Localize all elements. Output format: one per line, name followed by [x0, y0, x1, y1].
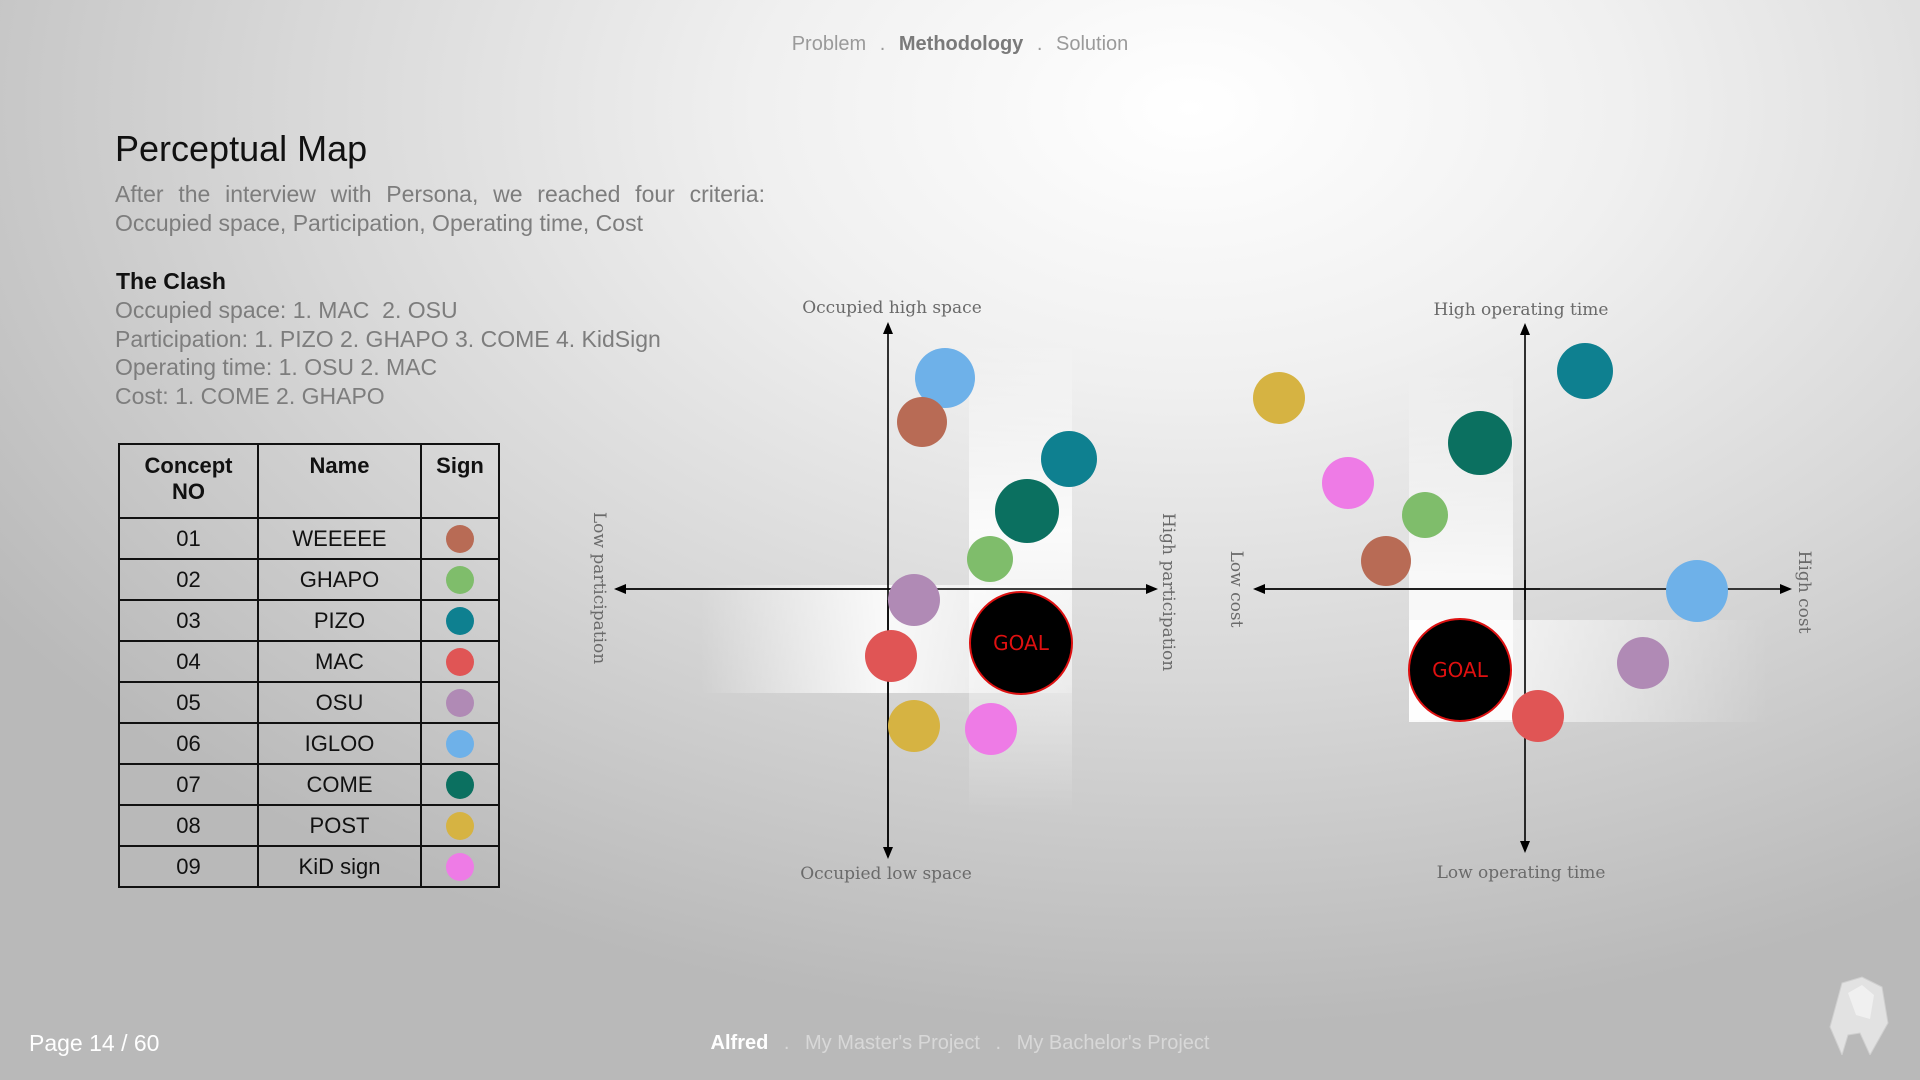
perceptual-maps: Occupied high space Occupied low space L… — [589, 298, 1814, 884]
concept-circle-mac — [865, 630, 917, 682]
footer-separator: . — [995, 1032, 1002, 1054]
concept-circle-osu — [888, 574, 940, 626]
map1-top-label: Occupied high space — [802, 298, 982, 318]
concept-circle-ghapo — [1402, 492, 1448, 538]
footer-navigation: Alfred . My Master's Project . My Bachel… — [0, 1032, 1920, 1055]
footer-link-alfred[interactable]: Alfred — [711, 1032, 769, 1054]
footer-separator: . — [783, 1032, 790, 1054]
map1-left-label: Low participation — [589, 512, 609, 664]
concept-circle-come — [995, 479, 1059, 543]
concept-circle-ghapo — [967, 536, 1013, 582]
concept-circle-post — [1253, 372, 1305, 424]
concept-circle-mac — [1512, 690, 1564, 742]
goal-label: GOAL — [993, 631, 1050, 655]
concept-circle-post — [888, 700, 940, 752]
concept-circle-pizo — [1041, 431, 1097, 487]
map2-bottom-label: Low operating time — [1437, 863, 1606, 883]
concept-circle-igloo — [1666, 560, 1728, 622]
goal-label: GOAL — [1432, 658, 1489, 682]
concept-circle-come — [1448, 411, 1512, 475]
footer-link-bachelors-project[interactable]: My Bachelor's Project — [1017, 1032, 1210, 1054]
concept-circle-weeeee — [1361, 536, 1411, 586]
map2-left-label: Low cost — [1226, 551, 1246, 628]
concept-circle-osu — [1617, 637, 1669, 689]
concept-circle-weeeee — [897, 397, 947, 447]
brand-logo — [1829, 976, 1889, 1055]
concept-circle-pizo — [1557, 343, 1613, 399]
map2-top-label: High operating time — [1434, 300, 1609, 320]
map1-right-label: High participation — [1158, 513, 1178, 671]
map1-bottom-label: Occupied low space — [800, 864, 972, 884]
concept-circle-kid-sign — [1322, 457, 1374, 509]
map2-right-label: High cost — [1794, 551, 1814, 634]
concept-circle-kid-sign — [965, 703, 1017, 755]
footer-link-masters-project[interactable]: My Master's Project — [805, 1032, 980, 1054]
